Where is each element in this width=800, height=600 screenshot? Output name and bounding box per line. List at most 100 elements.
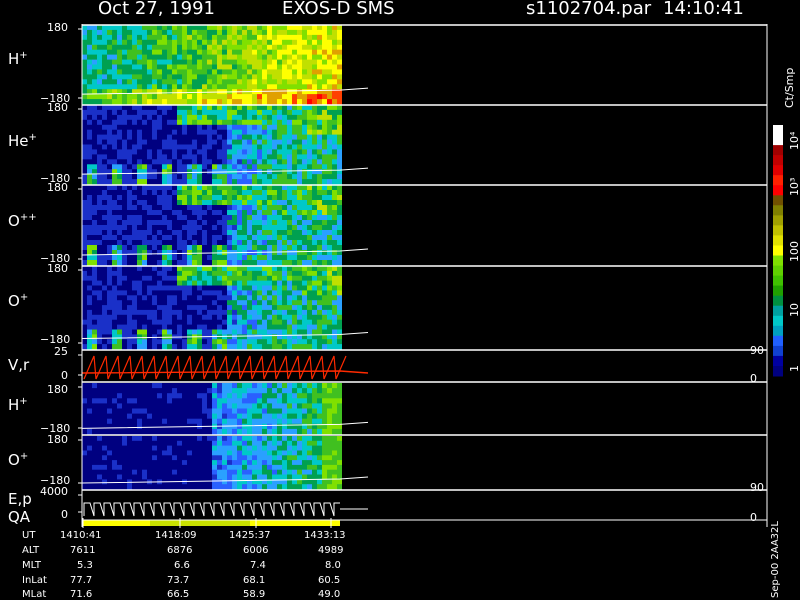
spectrogram-cell bbox=[277, 428, 282, 435]
spectrogram-cell bbox=[212, 398, 217, 404]
spectrogram-cell bbox=[197, 344, 202, 350]
spectrogram-cell bbox=[107, 99, 112, 105]
spectrogram-cell bbox=[227, 74, 232, 80]
spectrogram-cell bbox=[212, 275, 217, 282]
spectrogram-cell bbox=[307, 190, 312, 196]
spectrogram-cell bbox=[287, 474, 292, 480]
spectrogram-cell bbox=[152, 275, 157, 282]
spectrogram-cell bbox=[252, 79, 257, 85]
spectrogram-cell bbox=[187, 94, 192, 100]
spectrogram-cell bbox=[257, 266, 262, 272]
spectrogram-cell bbox=[177, 174, 182, 180]
spectrogram-cell bbox=[257, 149, 262, 155]
spectrogram-cell bbox=[122, 484, 127, 490]
spectrogram-cell bbox=[217, 474, 222, 480]
spectrogram-cell bbox=[212, 344, 217, 350]
spectrogram-cell bbox=[257, 34, 262, 41]
spectrogram-cell bbox=[172, 300, 177, 306]
spectrogram-cell bbox=[177, 450, 182, 456]
spectrogram-cell bbox=[277, 255, 282, 261]
spectrogram-cell bbox=[212, 164, 217, 170]
spectrogram-cell bbox=[277, 59, 282, 65]
spectrogram-cell bbox=[182, 388, 187, 394]
spectrogram-cell bbox=[112, 450, 117, 456]
spectrogram-cell bbox=[82, 54, 87, 60]
spectrogram-cell bbox=[187, 319, 192, 326]
spectrogram-cell bbox=[312, 44, 317, 51]
colorbar-segment bbox=[773, 145, 783, 156]
right-axis-max-ep: 90 bbox=[750, 481, 764, 494]
spectrogram-cell bbox=[337, 109, 342, 116]
spectrogram-cell bbox=[202, 179, 207, 185]
spectrogram-cell bbox=[97, 64, 102, 70]
spectrogram-cell bbox=[337, 344, 342, 350]
panel-label-opp: O++ bbox=[8, 212, 37, 230]
spectrogram-cell bbox=[117, 445, 122, 451]
spectrogram-cell bbox=[102, 149, 107, 155]
spectrogram-cell bbox=[137, 339, 142, 345]
spectrogram-cell bbox=[137, 474, 142, 480]
spectrogram-cell bbox=[302, 64, 307, 70]
spectrogram-cell bbox=[207, 295, 212, 301]
spectrogram-cell bbox=[157, 169, 162, 175]
spectrogram-cell bbox=[152, 324, 157, 330]
spectrogram-cell bbox=[182, 119, 187, 126]
spectrogram-cell bbox=[327, 54, 332, 60]
spectrogram-cell bbox=[222, 464, 227, 471]
spectrogram-cell bbox=[82, 309, 87, 316]
spectrogram-cell bbox=[172, 418, 177, 425]
spectrogram-cell bbox=[312, 295, 317, 301]
spectrogram-cell bbox=[307, 270, 312, 277]
spectrogram-cell bbox=[187, 129, 192, 136]
spectrogram-cell bbox=[222, 215, 227, 221]
spectrogram-cell bbox=[302, 418, 307, 425]
spectrogram-cell bbox=[287, 250, 292, 256]
spectrogram-cell bbox=[202, 305, 207, 311]
spectrogram-cell bbox=[197, 220, 202, 226]
spectrogram-cell bbox=[307, 469, 312, 475]
spectrogram-cell bbox=[292, 144, 297, 150]
spectrogram-cell bbox=[337, 334, 342, 340]
spectrogram-cell bbox=[297, 179, 302, 185]
spectrogram-cell bbox=[267, 215, 272, 221]
spectrogram-cell bbox=[267, 280, 272, 286]
spectrogram-cell bbox=[257, 319, 262, 326]
spectrogram-cell bbox=[127, 455, 132, 461]
spectrogram-cell bbox=[112, 154, 117, 160]
spectrogram-cell bbox=[167, 309, 172, 316]
spectrogram-cell bbox=[247, 309, 252, 316]
spectrogram-cell bbox=[132, 408, 137, 415]
spectrogram-cell bbox=[232, 408, 237, 415]
spectrogram-cell bbox=[247, 469, 252, 475]
spectrogram-cell bbox=[117, 413, 122, 420]
spectrogram-cell bbox=[102, 34, 107, 41]
spectrogram-cell bbox=[197, 474, 202, 480]
spectrogram-cell bbox=[337, 105, 342, 111]
spectrogram-cell bbox=[132, 139, 137, 145]
spectrogram-cell bbox=[172, 245, 177, 251]
spectrogram-cell bbox=[167, 314, 172, 321]
spectrogram-cell bbox=[262, 149, 267, 155]
spectrogram-cell bbox=[247, 205, 252, 211]
spectrogram-cell bbox=[152, 29, 157, 36]
spectrogram-cell bbox=[172, 383, 177, 389]
spectrogram-cell bbox=[107, 464, 112, 471]
spectrogram-cell bbox=[152, 285, 157, 291]
spectrogram-cell bbox=[317, 285, 322, 291]
spectrogram-cell bbox=[122, 144, 127, 150]
spectrogram-cell bbox=[252, 464, 257, 471]
spectrogram-cell bbox=[237, 240, 242, 246]
spectrogram-cell bbox=[282, 245, 287, 251]
spectrogram-cell bbox=[182, 84, 187, 90]
spectrogram-cell bbox=[252, 59, 257, 65]
spectrogram-cell bbox=[97, 34, 102, 41]
spectrogram-cell bbox=[267, 344, 272, 350]
spectrogram-cell bbox=[327, 179, 332, 185]
spectrogram-cell bbox=[237, 154, 242, 160]
spectrogram-cell bbox=[272, 324, 277, 330]
spectrogram-cell bbox=[122, 105, 127, 111]
spectrogram-cell bbox=[237, 139, 242, 145]
footer-cell: 58.9 bbox=[243, 589, 266, 600]
spectrogram-cell bbox=[82, 94, 87, 100]
spectrogram-cell bbox=[252, 225, 257, 231]
